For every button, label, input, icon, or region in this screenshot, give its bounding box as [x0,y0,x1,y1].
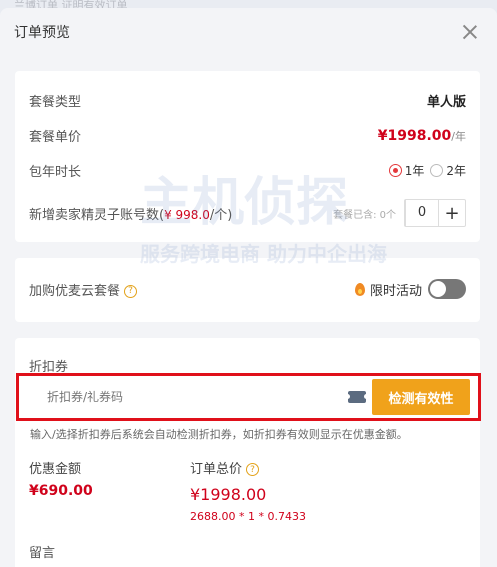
total-block: 订单总价? ¥1998.00 2688.00 * 1 * 0.7433 [190,458,466,523]
plan-type-row: 套餐类型 单人版 [29,91,466,110]
subaccount-stepper: 0 + [404,199,466,227]
remark-row: 留言 [29,542,466,561]
subaccount-remaining: 套餐已含: 0个 [333,209,396,221]
coupon-input-highlight: 检测有效性 [16,373,481,421]
duration-label: 包年时长 [29,165,82,180]
plan-type-label: 套餐类型 [29,95,82,110]
total-formula: 2688.00 * 1 * 0.7433 [190,510,306,523]
duration-option-label: 2年 [446,164,466,178]
addon-row: 加购优麦云套餐? 限时活动 [29,279,466,299]
increment-button[interactable]: + [439,200,465,226]
help-icon[interactable]: ? [124,284,138,298]
subaccount-price: ¥ 998.0 [164,207,210,222]
check-validity-button[interactable]: 检测有效性 [372,379,470,415]
plan-price-value: ¥1998.00 [377,127,452,144]
plan-price-label: 套餐单价 [29,130,82,145]
order-preview-modal: 订单预览 套餐类型 单人版 套餐单价 ¥1998.00/年 包年时长 1年 2年… [0,8,497,567]
subaccount-row: 新增卖家精灵子账号数(¥ 998.0/个) 套餐已含: 0个 0 + [29,199,466,227]
radio-unselected-icon [430,164,444,177]
plan-card: 套餐类型 单人版 套餐单价 ¥1998.00/年 包年时长 1年 2年 新增卖家… [15,71,480,242]
plan-type-value: 单人版 [426,95,466,110]
duration-row: 包年时长 1年 2年 [29,161,466,180]
ticket-icon[interactable] [345,391,369,403]
plan-price-row: 套餐单价 ¥1998.00/年 [29,126,466,146]
flame-icon [354,282,365,296]
addon-label: 加购优麦云套餐? [29,280,138,299]
total-value: ¥1998.00 [190,485,267,504]
close-icon[interactable] [461,23,479,41]
duration-option-2y[interactable]: 2年 [430,162,466,179]
coupon-code-input[interactable] [27,379,348,415]
duration-option-label: 1年 [404,164,425,178]
addon-card: 加购优麦云套餐? 限时活动 [15,258,480,322]
total-label: 订单总价? [190,458,466,477]
radio-selected-icon [388,164,402,177]
duration-radio-group: 1年 2年 [388,162,466,179]
subaccount-qty[interactable]: 0 [405,200,439,226]
addon-toggle[interactable] [428,279,466,299]
help-icon[interactable]: ? [246,463,260,476]
promo-label: 限时活动 [369,283,422,299]
modal-header: 订单预览 [0,8,497,56]
coupon-hint: 输入/选择折扣券后系统会自动检测折扣券，如折扣券有效则显示在优惠金额。 [30,428,408,441]
remark-label: 留言 [29,546,56,561]
subaccount-label: 新增卖家精灵子账号数(¥ 998.0/个) [29,207,233,223]
modal-title: 订单预览 [14,25,70,41]
plan-price-unit: /年 [451,129,466,143]
duration-option-1y[interactable]: 1年 [388,162,425,179]
